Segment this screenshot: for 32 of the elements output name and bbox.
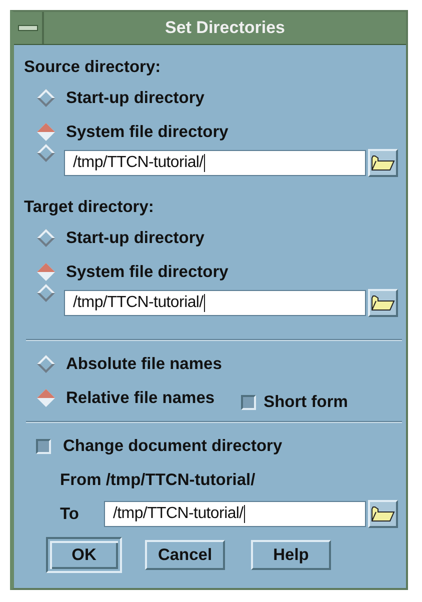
radio-selected-icon[interactable] <box>36 262 56 282</box>
radio-label: Start-up directory <box>66 88 204 108</box>
radio-icon[interactable] <box>36 228 56 248</box>
folder-button[interactable] <box>368 289 398 317</box>
radio-label: Start-up directory <box>66 228 204 248</box>
text-field[interactable]: /tmp/TTCN-tutorial/ <box>64 290 366 316</box>
radio-label: System file directory <box>66 122 228 142</box>
window-title: Set Directories <box>164 18 286 38</box>
radio-label: System file directory <box>66 262 228 282</box>
section-label: Source directory: <box>23 56 162 78</box>
radio-label: Absolute file names <box>66 354 222 374</box>
radio-icon[interactable] <box>36 143 56 163</box>
checkbox[interactable] <box>240 394 256 410</box>
radio-label: Relative file names <box>66 388 215 408</box>
radio-icon[interactable] <box>36 354 56 374</box>
text-field[interactable]: /tmp/TTCN-tutorial/ <box>104 501 366 527</box>
checkbox-label: Short form <box>264 392 348 412</box>
radio-selected-icon[interactable] <box>36 388 56 408</box>
from-label: From /tmp/TTCN-tutorial/ <box>60 470 256 490</box>
to-label: To <box>60 504 80 524</box>
folder-button[interactable] <box>368 500 398 528</box>
checkbox[interactable] <box>36 438 51 454</box>
dialog-button[interactable]: Cancel <box>145 540 225 570</box>
checkbox-label: Change document directory <box>63 436 282 456</box>
radio-selected-icon[interactable] <box>36 122 56 142</box>
folder-button[interactable] <box>368 149 398 177</box>
dialog-button[interactable]: Help <box>251 540 331 570</box>
section-label: Target directory: <box>23 196 155 218</box>
text-field[interactable]: /tmp/TTCN-tutorial/ <box>64 150 366 176</box>
dialog-button[interactable]: OK <box>46 537 122 573</box>
radio-icon[interactable] <box>36 88 56 108</box>
radio-icon[interactable] <box>36 283 56 303</box>
